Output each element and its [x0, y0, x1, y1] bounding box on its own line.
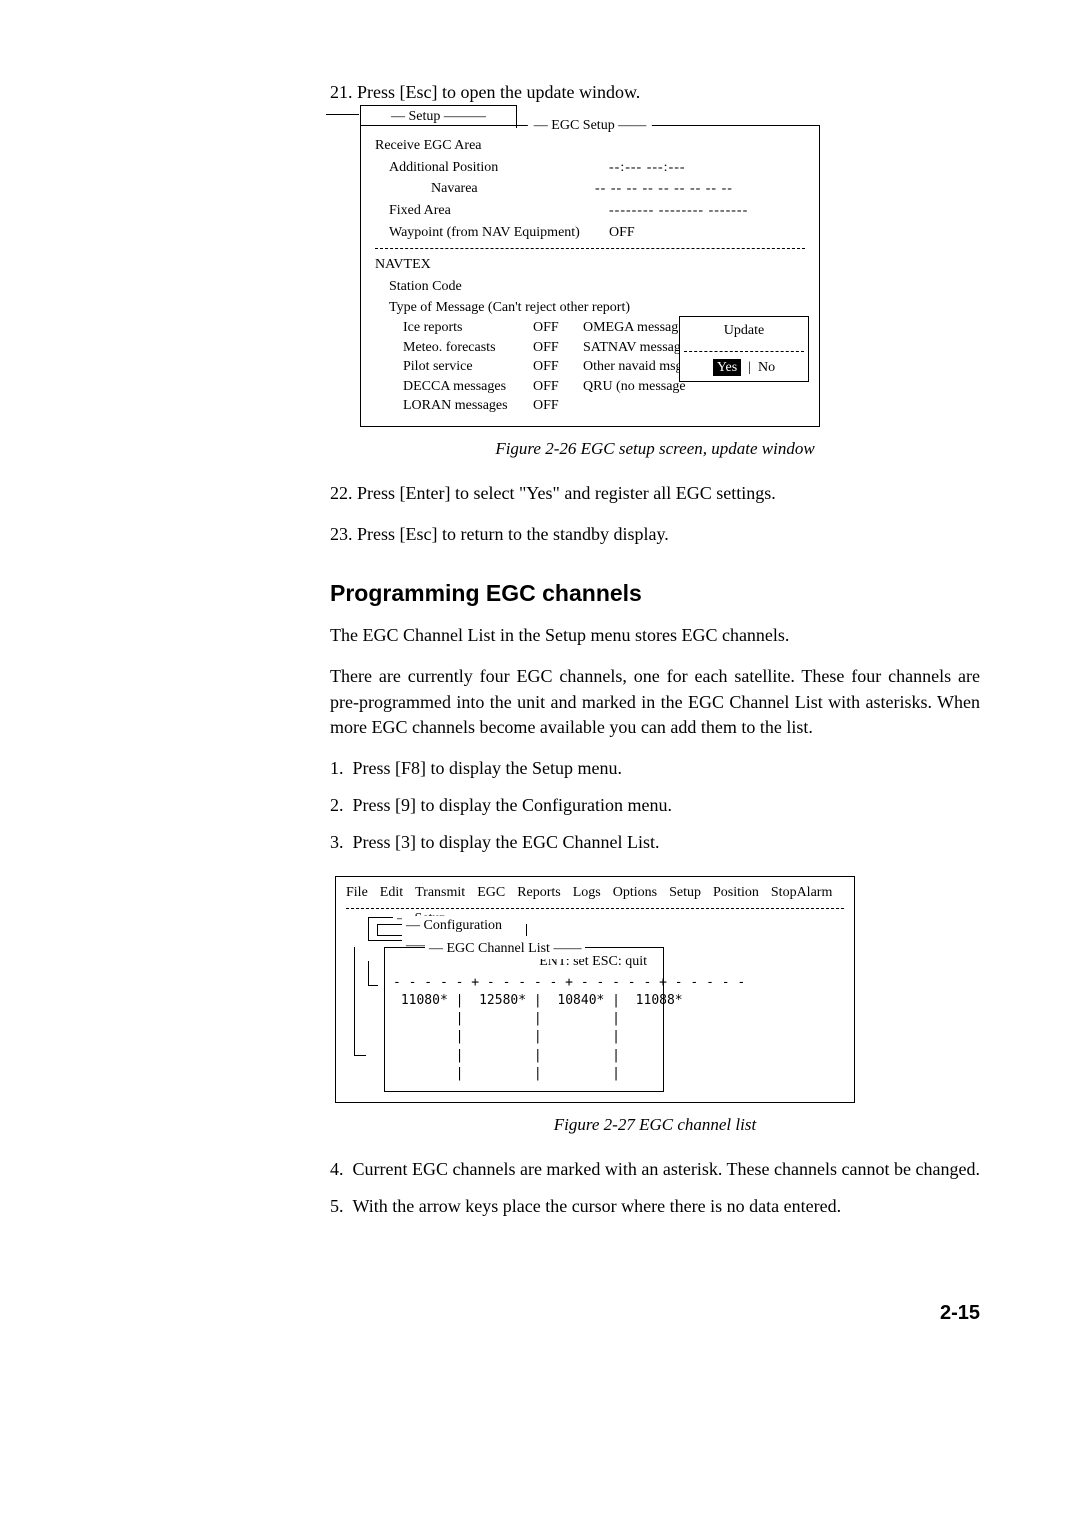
- fixed-area-row: Fixed Area -------- -------- -------: [375, 201, 805, 221]
- para-1: The EGC Channel List in the Setup menu s…: [330, 623, 980, 648]
- menu-setup[interactable]: Setup: [669, 883, 701, 903]
- menu-options[interactable]: Options: [613, 883, 657, 903]
- step-23: 23. Press [Esc] to return to the standby…: [330, 522, 980, 547]
- waypoint-row: Waypoint (from NAV Equipment) OFF: [375, 223, 805, 243]
- navarea-row: Navarea -- -- -- -- -- -- -- -- --: [375, 179, 805, 199]
- step-22: 22. Press [Enter] to select "Yes" and re…: [330, 481, 980, 506]
- update-yes-option[interactable]: Yes: [713, 359, 741, 376]
- para-2: There are currently four EGC channels, o…: [330, 664, 980, 740]
- menu-stopalarm[interactable]: StopAlarm: [771, 883, 832, 903]
- numbered-3: 3. Press [3] to display the EGC Channel …: [330, 830, 980, 855]
- type-of-message: Type of Message (Can't reject other repo…: [375, 298, 805, 318]
- menu-edit[interactable]: Edit: [380, 883, 403, 903]
- figure-2-caption: Figure 2-27 EGC channel list: [330, 1113, 980, 1137]
- egc-setup-title: — EGC Setup ——: [528, 116, 652, 136]
- update-window: Update Yes | No: [679, 316, 809, 382]
- menu-egc[interactable]: EGC: [477, 883, 505, 903]
- update-title: Update: [680, 317, 808, 351]
- menu-position[interactable]: Position: [713, 883, 759, 903]
- menu-bar: File Edit Transmit EGC Reports Logs Opti…: [346, 883, 844, 905]
- receive-egc-area: Receive EGC Area: [375, 136, 805, 156]
- figure-2: File Edit Transmit EGC Reports Logs Opti…: [330, 876, 980, 1137]
- navtex-label: NAVTEX: [375, 255, 805, 275]
- menu-file[interactable]: File: [346, 883, 368, 903]
- update-no-option[interactable]: No: [758, 360, 775, 375]
- page-number: 2-15: [330, 1299, 980, 1327]
- figure-1-caption: Figure 2-26 EGC setup screen, update win…: [330, 437, 980, 461]
- station-code: Station Code: [375, 277, 805, 297]
- section-heading: Programming EGC channels: [330, 577, 980, 609]
- numbered-1: 1. Press [F8] to display the Setup menu.: [330, 756, 980, 781]
- additional-position-row: Additional Position --:--- ---:---: [375, 158, 805, 178]
- menu-reports[interactable]: Reports: [517, 883, 561, 903]
- numbered-5: 5. With the arrow keys place the cursor …: [330, 1194, 980, 1219]
- channel-list-label: — EGC Channel List ——: [425, 939, 585, 959]
- channel-data: - - - - - + - - - - - + - - - - - + - - …: [393, 974, 655, 1083]
- menu-logs[interactable]: Logs: [573, 883, 601, 903]
- numbered-4: 4. Current EGC channels are marked with …: [330, 1157, 980, 1182]
- menu-transmit[interactable]: Transmit: [415, 883, 465, 903]
- step-21: 21. Press [Esc] to open the update windo…: [330, 80, 980, 105]
- figure-1: — Setup ——— — EGC Setup —— Receive EGC A…: [330, 125, 980, 461]
- divider: [375, 248, 805, 249]
- numbered-2: 2. Press [9] to display the Configuratio…: [330, 793, 980, 818]
